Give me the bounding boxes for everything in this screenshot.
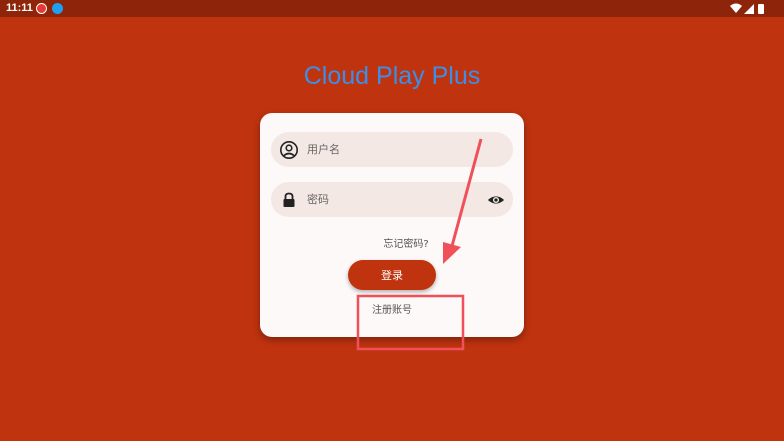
login-card: 忘记密码? 登录 注册账号: [260, 113, 524, 337]
battery-icon: [758, 4, 764, 14]
wifi-icon: [730, 3, 742, 13]
password-input[interactable]: [307, 182, 477, 217]
notification-icon: [36, 3, 47, 14]
app-title: Cloud Play Plus: [303, 62, 481, 90]
register-link[interactable]: 注册账号: [372, 301, 412, 316]
login-button[interactable]: 登录: [348, 260, 436, 290]
lock-icon: [283, 192, 295, 207]
username-input[interactable]: [307, 132, 477, 167]
status-bar: 11:11: [0, 0, 784, 17]
forgot-password-row: 忘记密码?: [260, 235, 524, 250]
eye-icon[interactable]: [487, 191, 505, 209]
username-field[interactable]: [271, 132, 513, 167]
forgot-password-link[interactable]: 忘记密码?: [383, 239, 428, 250]
signal-icon: [744, 4, 754, 14]
system-status-icons: [730, 3, 764, 14]
account-circle-icon: [280, 141, 298, 159]
download-icon: [52, 3, 63, 14]
password-field[interactable]: [271, 182, 513, 217]
status-time: 11:11: [6, 2, 33, 14]
